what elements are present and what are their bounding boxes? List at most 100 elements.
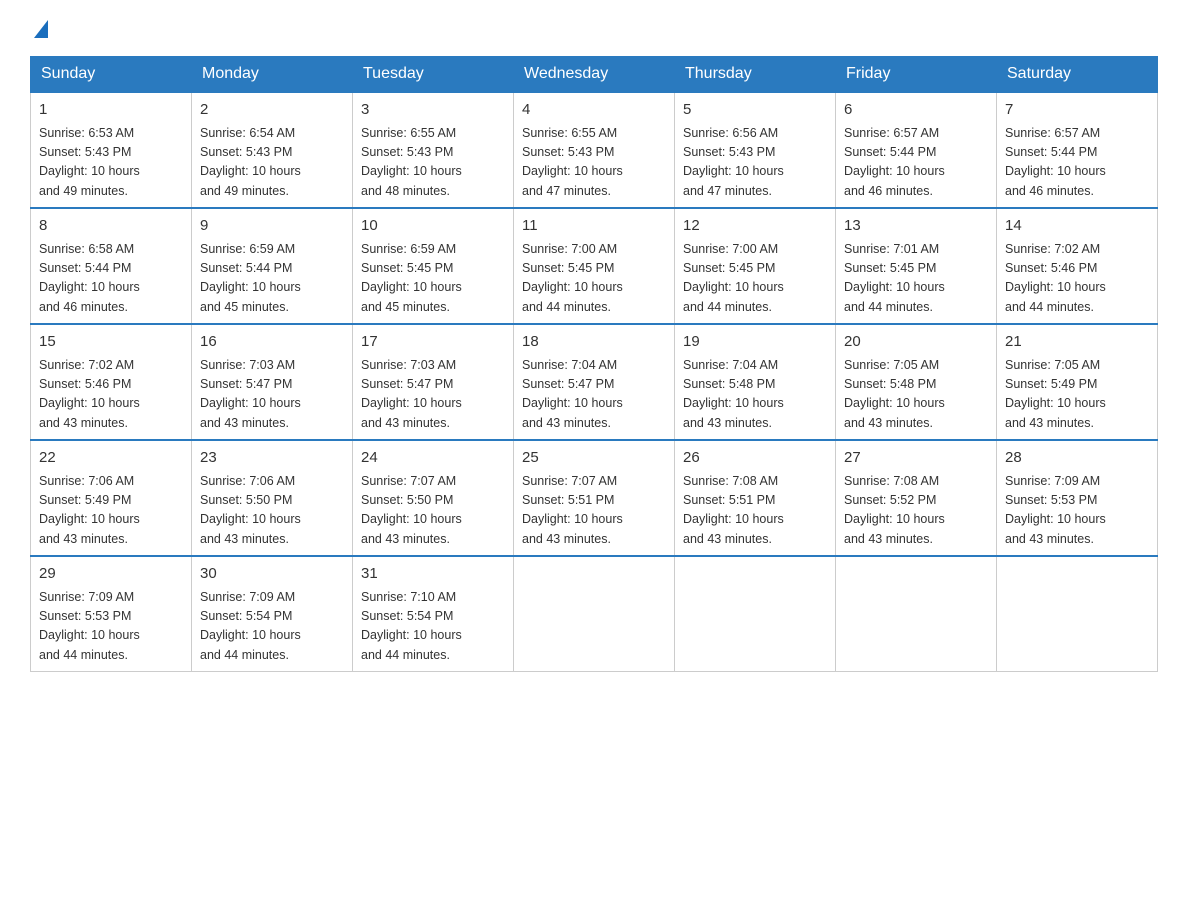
weekday-header-friday: Friday — [836, 57, 997, 93]
calendar-cell — [675, 556, 836, 672]
day-number: 14 — [1005, 215, 1149, 238]
weekday-header-saturday: Saturday — [997, 57, 1158, 93]
day-number: 2 — [200, 99, 344, 122]
calendar-cell: 20 Sunrise: 7:05 AMSunset: 5:48 PMDaylig… — [836, 324, 997, 440]
day-number: 19 — [683, 331, 827, 354]
day-number: 28 — [1005, 447, 1149, 470]
calendar-week-1: 1 Sunrise: 6:53 AMSunset: 5:43 PMDayligh… — [31, 92, 1158, 208]
calendar-table: SundayMondayTuesdayWednesdayThursdayFrid… — [30, 56, 1158, 672]
calendar-cell — [836, 556, 997, 672]
calendar-cell: 24 Sunrise: 7:07 AMSunset: 5:50 PMDaylig… — [353, 440, 514, 556]
calendar-cell: 9 Sunrise: 6:59 AMSunset: 5:44 PMDayligh… — [192, 208, 353, 324]
calendar-cell: 25 Sunrise: 7:07 AMSunset: 5:51 PMDaylig… — [514, 440, 675, 556]
day-number: 24 — [361, 447, 505, 470]
day-info: Sunrise: 6:55 AMSunset: 5:43 PMDaylight:… — [361, 126, 462, 198]
day-info: Sunrise: 7:08 AMSunset: 5:51 PMDaylight:… — [683, 474, 784, 546]
day-number: 9 — [200, 215, 344, 238]
page-header — [30, 20, 1158, 40]
calendar-cell: 27 Sunrise: 7:08 AMSunset: 5:52 PMDaylig… — [836, 440, 997, 556]
day-number: 30 — [200, 563, 344, 586]
day-number: 20 — [844, 331, 988, 354]
weekday-header-tuesday: Tuesday — [353, 57, 514, 93]
calendar-cell: 14 Sunrise: 7:02 AMSunset: 5:46 PMDaylig… — [997, 208, 1158, 324]
day-info: Sunrise: 7:02 AMSunset: 5:46 PMDaylight:… — [1005, 242, 1106, 314]
day-number: 13 — [844, 215, 988, 238]
day-info: Sunrise: 6:59 AMSunset: 5:45 PMDaylight:… — [361, 242, 462, 314]
calendar-week-2: 8 Sunrise: 6:58 AMSunset: 5:44 PMDayligh… — [31, 208, 1158, 324]
weekday-header-wednesday: Wednesday — [514, 57, 675, 93]
day-number: 12 — [683, 215, 827, 238]
weekday-header-monday: Monday — [192, 57, 353, 93]
logo — [30, 20, 48, 40]
calendar-cell: 12 Sunrise: 7:00 AMSunset: 5:45 PMDaylig… — [675, 208, 836, 324]
day-info: Sunrise: 7:00 AMSunset: 5:45 PMDaylight:… — [522, 242, 623, 314]
day-info: Sunrise: 7:05 AMSunset: 5:48 PMDaylight:… — [844, 358, 945, 430]
day-info: Sunrise: 6:55 AMSunset: 5:43 PMDaylight:… — [522, 126, 623, 198]
day-number: 22 — [39, 447, 183, 470]
day-number: 6 — [844, 99, 988, 122]
day-info: Sunrise: 7:06 AMSunset: 5:50 PMDaylight:… — [200, 474, 301, 546]
calendar-week-3: 15 Sunrise: 7:02 AMSunset: 5:46 PMDaylig… — [31, 324, 1158, 440]
day-number: 21 — [1005, 331, 1149, 354]
day-info: Sunrise: 7:05 AMSunset: 5:49 PMDaylight:… — [1005, 358, 1106, 430]
day-info: Sunrise: 7:09 AMSunset: 5:53 PMDaylight:… — [1005, 474, 1106, 546]
day-info: Sunrise: 6:53 AMSunset: 5:43 PMDaylight:… — [39, 126, 140, 198]
day-number: 3 — [361, 99, 505, 122]
calendar-cell: 13 Sunrise: 7:01 AMSunset: 5:45 PMDaylig… — [836, 208, 997, 324]
day-info: Sunrise: 7:07 AMSunset: 5:51 PMDaylight:… — [522, 474, 623, 546]
day-info: Sunrise: 7:03 AMSunset: 5:47 PMDaylight:… — [200, 358, 301, 430]
day-number: 10 — [361, 215, 505, 238]
day-number: 26 — [683, 447, 827, 470]
day-number: 29 — [39, 563, 183, 586]
calendar-cell: 8 Sunrise: 6:58 AMSunset: 5:44 PMDayligh… — [31, 208, 192, 324]
calendar-cell: 31 Sunrise: 7:10 AMSunset: 5:54 PMDaylig… — [353, 556, 514, 672]
day-number: 17 — [361, 331, 505, 354]
calendar-cell: 4 Sunrise: 6:55 AMSunset: 5:43 PMDayligh… — [514, 92, 675, 208]
day-number: 31 — [361, 563, 505, 586]
calendar-cell: 2 Sunrise: 6:54 AMSunset: 5:43 PMDayligh… — [192, 92, 353, 208]
day-number: 8 — [39, 215, 183, 238]
day-number: 15 — [39, 331, 183, 354]
day-info: Sunrise: 7:01 AMSunset: 5:45 PMDaylight:… — [844, 242, 945, 314]
day-info: Sunrise: 7:09 AMSunset: 5:54 PMDaylight:… — [200, 590, 301, 662]
calendar-cell: 21 Sunrise: 7:05 AMSunset: 5:49 PMDaylig… — [997, 324, 1158, 440]
day-number: 5 — [683, 99, 827, 122]
calendar-cell: 29 Sunrise: 7:09 AMSunset: 5:53 PMDaylig… — [31, 556, 192, 672]
day-info: Sunrise: 6:54 AMSunset: 5:43 PMDaylight:… — [200, 126, 301, 198]
calendar-cell: 16 Sunrise: 7:03 AMSunset: 5:47 PMDaylig… — [192, 324, 353, 440]
calendar-cell — [997, 556, 1158, 672]
calendar-cell: 30 Sunrise: 7:09 AMSunset: 5:54 PMDaylig… — [192, 556, 353, 672]
calendar-cell: 7 Sunrise: 6:57 AMSunset: 5:44 PMDayligh… — [997, 92, 1158, 208]
day-info: Sunrise: 7:04 AMSunset: 5:47 PMDaylight:… — [522, 358, 623, 430]
day-info: Sunrise: 7:07 AMSunset: 5:50 PMDaylight:… — [361, 474, 462, 546]
day-info: Sunrise: 7:09 AMSunset: 5:53 PMDaylight:… — [39, 590, 140, 662]
day-info: Sunrise: 7:08 AMSunset: 5:52 PMDaylight:… — [844, 474, 945, 546]
calendar-cell: 22 Sunrise: 7:06 AMSunset: 5:49 PMDaylig… — [31, 440, 192, 556]
day-info: Sunrise: 7:00 AMSunset: 5:45 PMDaylight:… — [683, 242, 784, 314]
day-number: 25 — [522, 447, 666, 470]
day-number: 23 — [200, 447, 344, 470]
day-info: Sunrise: 6:57 AMSunset: 5:44 PMDaylight:… — [844, 126, 945, 198]
day-number: 16 — [200, 331, 344, 354]
day-info: Sunrise: 6:57 AMSunset: 5:44 PMDaylight:… — [1005, 126, 1106, 198]
calendar-cell: 18 Sunrise: 7:04 AMSunset: 5:47 PMDaylig… — [514, 324, 675, 440]
day-info: Sunrise: 7:04 AMSunset: 5:48 PMDaylight:… — [683, 358, 784, 430]
calendar-cell: 23 Sunrise: 7:06 AMSunset: 5:50 PMDaylig… — [192, 440, 353, 556]
weekday-header-thursday: Thursday — [675, 57, 836, 93]
calendar-cell: 26 Sunrise: 7:08 AMSunset: 5:51 PMDaylig… — [675, 440, 836, 556]
calendar-cell: 1 Sunrise: 6:53 AMSunset: 5:43 PMDayligh… — [31, 92, 192, 208]
day-number: 11 — [522, 215, 666, 238]
day-number: 7 — [1005, 99, 1149, 122]
weekday-header-sunday: Sunday — [31, 57, 192, 93]
calendar-cell: 10 Sunrise: 6:59 AMSunset: 5:45 PMDaylig… — [353, 208, 514, 324]
day-info: Sunrise: 6:56 AMSunset: 5:43 PMDaylight:… — [683, 126, 784, 198]
day-info: Sunrise: 7:03 AMSunset: 5:47 PMDaylight:… — [361, 358, 462, 430]
calendar-week-5: 29 Sunrise: 7:09 AMSunset: 5:53 PMDaylig… — [31, 556, 1158, 672]
day-number: 18 — [522, 331, 666, 354]
calendar-cell: 6 Sunrise: 6:57 AMSunset: 5:44 PMDayligh… — [836, 92, 997, 208]
calendar-cell: 28 Sunrise: 7:09 AMSunset: 5:53 PMDaylig… — [997, 440, 1158, 556]
calendar-cell — [514, 556, 675, 672]
day-info: Sunrise: 7:02 AMSunset: 5:46 PMDaylight:… — [39, 358, 140, 430]
day-number: 1 — [39, 99, 183, 122]
calendar-cell: 19 Sunrise: 7:04 AMSunset: 5:48 PMDaylig… — [675, 324, 836, 440]
